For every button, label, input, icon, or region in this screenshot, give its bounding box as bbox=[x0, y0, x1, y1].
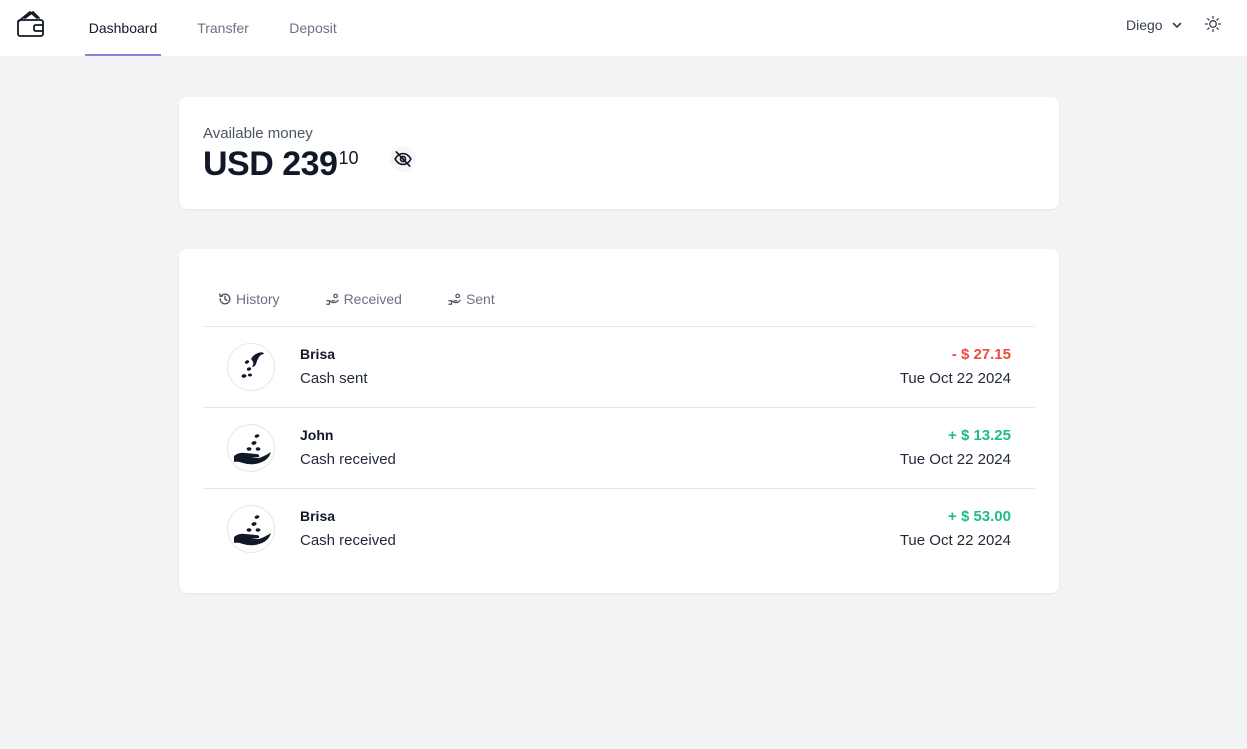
user-menu[interactable]: Diego bbox=[1126, 14, 1183, 36]
filter-history[interactable]: History bbox=[203, 291, 280, 307]
tab-deposit-label: Deposit bbox=[289, 20, 337, 36]
transaction-date: Tue Oct 22 2024 bbox=[899, 532, 1011, 549]
top-nav: Dashboard Transfer Deposit Diego bbox=[0, 0, 1247, 56]
balance-main: USD 239 bbox=[203, 145, 338, 183]
history-icon bbox=[219, 293, 231, 305]
sun-icon[interactable] bbox=[1204, 15, 1222, 33]
transaction-amount: + $ 53.00 bbox=[948, 508, 1011, 525]
cash-received-avatar-icon bbox=[227, 505, 275, 553]
tab-deposit[interactable]: Deposit bbox=[279, 0, 347, 56]
balance-label: Available money bbox=[203, 125, 313, 142]
hide-balance-button[interactable] bbox=[390, 146, 416, 172]
chevron-down-icon bbox=[1172, 22, 1181, 28]
tab-dashboard-label: Dashboard bbox=[88, 20, 158, 36]
transaction-name: John bbox=[300, 427, 334, 443]
transaction-description: Cash received bbox=[300, 451, 396, 468]
transaction-amount: - $ 27.15 bbox=[951, 346, 1011, 363]
filter-tabs: History Received Sent bbox=[203, 287, 527, 311]
transaction-description: Cash received bbox=[300, 532, 396, 549]
transaction-row[interactable]: John Cash received + $ 13.25 Tue Oct 22 … bbox=[203, 407, 1035, 488]
transactions-card: History Received Sent Brisa Cash sent - … bbox=[179, 249, 1059, 593]
hand-coin-icon bbox=[448, 293, 461, 305]
filter-sent[interactable]: Sent bbox=[434, 291, 495, 307]
balance-cents: 10 bbox=[338, 148, 359, 168]
hand-coin-icon bbox=[325, 293, 339, 305]
balance-amount: USD 239 10 bbox=[203, 145, 359, 184]
balance-card: Available money USD 239 10 bbox=[179, 97, 1059, 209]
transaction-row[interactable]: Brisa Cash received + $ 53.00 Tue Oct 22… bbox=[203, 488, 1035, 569]
transaction-amount: + $ 13.25 bbox=[948, 427, 1011, 444]
transaction-date: Tue Oct 22 2024 bbox=[899, 451, 1011, 468]
user-name: Diego bbox=[1126, 17, 1163, 33]
transaction-name: Brisa bbox=[300, 346, 336, 362]
cash-sent-avatar-icon bbox=[227, 343, 275, 391]
transaction-date: Tue Oct 22 2024 bbox=[899, 370, 1011, 387]
eye-off-icon bbox=[394, 151, 412, 167]
transaction-name: Brisa bbox=[300, 508, 336, 524]
wallet-logo-icon[interactable] bbox=[16, 9, 46, 39]
filter-received-label: Received bbox=[343, 291, 402, 307]
tab-transfer[interactable]: Transfer bbox=[187, 0, 259, 56]
filter-received[interactable]: Received bbox=[312, 291, 402, 307]
transaction-description: Cash sent bbox=[300, 370, 368, 387]
filter-sent-label: Sent bbox=[465, 291, 495, 307]
tab-transfer-label: Transfer bbox=[197, 20, 249, 36]
transaction-row[interactable]: Brisa Cash sent - $ 27.15 Tue Oct 22 202… bbox=[203, 326, 1035, 407]
filter-history-label: History bbox=[236, 291, 280, 307]
transaction-list: Brisa Cash sent - $ 27.15 Tue Oct 22 202… bbox=[203, 326, 1035, 569]
tab-dashboard[interactable]: Dashboard bbox=[85, 0, 161, 56]
cash-received-avatar-icon bbox=[227, 424, 275, 472]
